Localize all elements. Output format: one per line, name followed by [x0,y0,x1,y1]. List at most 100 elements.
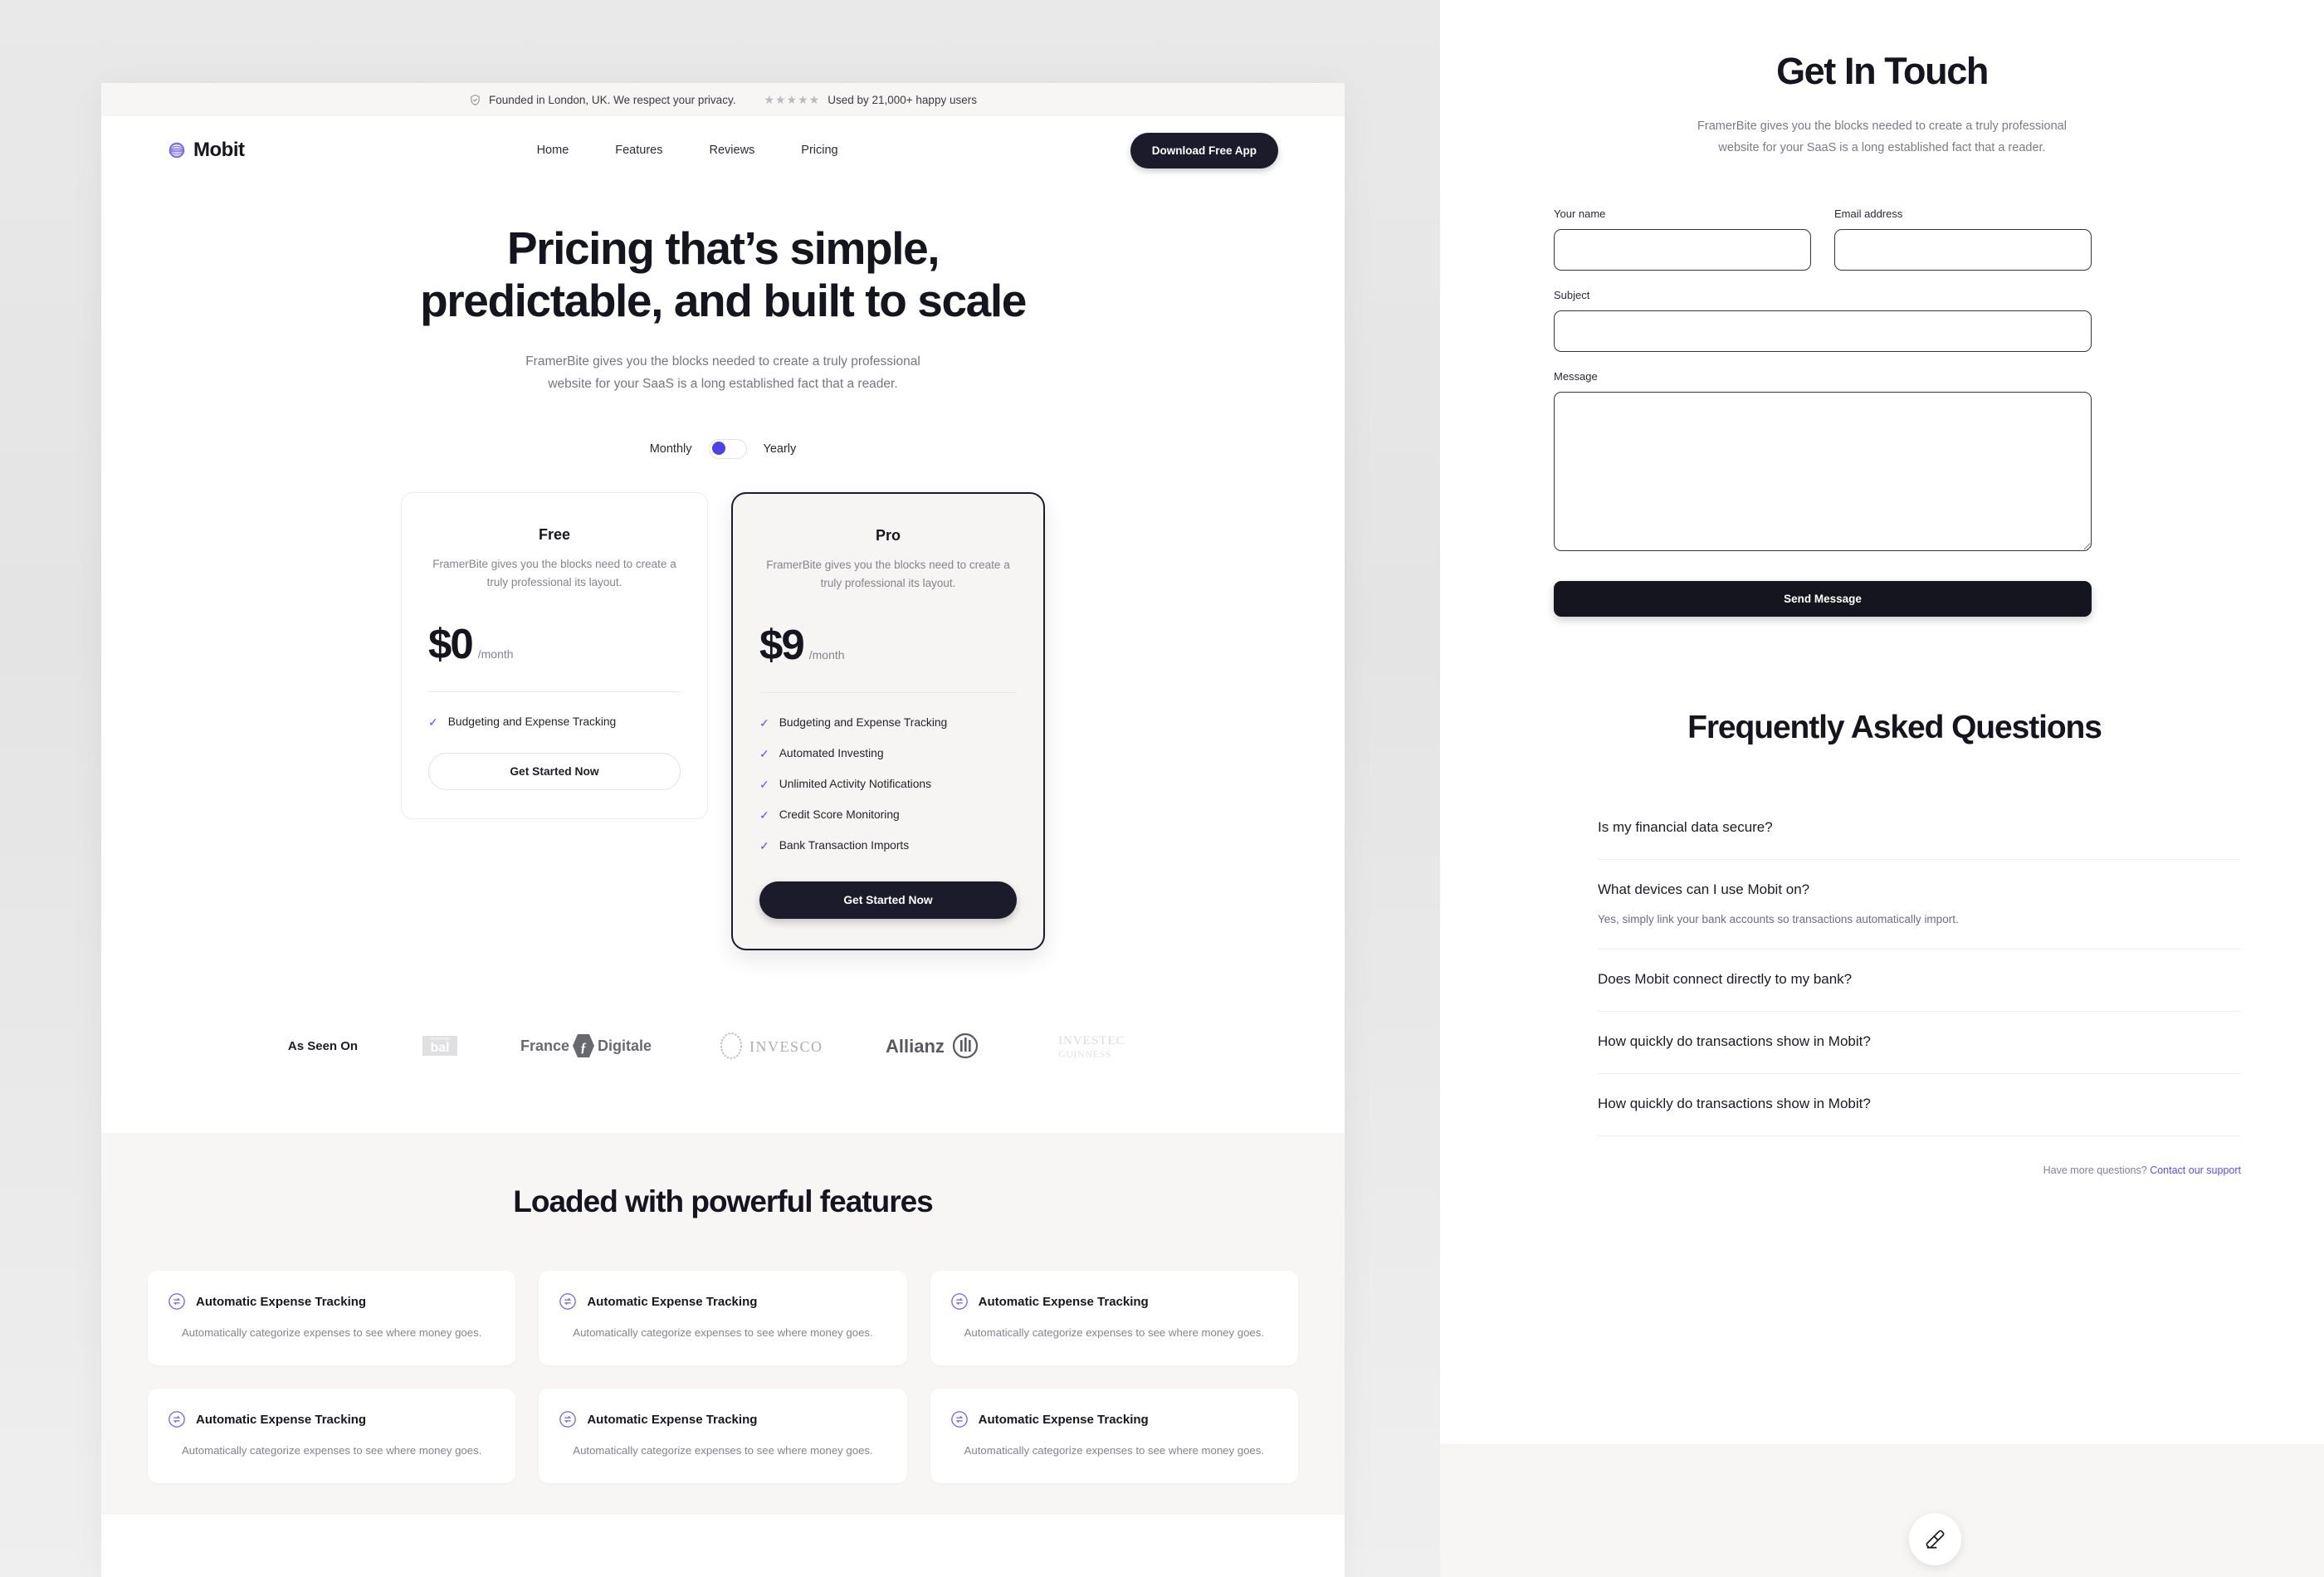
feature-card: Automatic Expense Tracking Automatically… [148,1271,516,1366]
send-message-button[interactable]: Send Message [1554,580,2092,617]
faq-list: Is my financial data secure? What device… [1598,798,2241,1136]
faq-item[interactable]: What devices can I use Mobit on? Yes, si… [1598,860,2241,950]
faq-question: Does Mobit connect directly to my bank? [1598,970,1853,987]
plan-price-period: /month [808,648,845,662]
nav-link-home[interactable]: Home [537,144,569,157]
eraser-fab-button[interactable] [1909,1513,1961,1565]
faq-question: What devices can I use Mobit on? [1598,881,1810,897]
plan-description: FramerBite gives you the blocks need to … [432,557,676,588]
faq-item[interactable]: Does Mobit connect directly to my bank? [1598,950,2241,1012]
subject-input[interactable] [1554,310,2092,352]
check-icon: ✓ [759,715,769,730]
feature-card: Automatic Expense Tracking Automatically… [930,1271,1298,1366]
email-label: Email address [1834,207,1903,220]
shield-check-icon [471,94,480,105]
feature-card-head: Automatic Expense Tracking [559,1410,886,1428]
feature-card-head: Automatic Expense Tracking [950,1410,1278,1428]
svg-text:Digitale: Digitale [598,1038,652,1054]
check-icon: ✓ [759,808,769,822]
faq-answer: Yes, simply link your bank accounts so t… [1598,912,1959,925]
features-heading: Loaded with powerful features [513,1184,934,1219]
faq-item[interactable]: Is my financial data secure? [1598,798,2241,860]
billing-switch-knob [711,442,725,456]
plan-price: $9 /month [759,620,1017,669]
logo-allianz: Allianz [886,1031,1010,1061]
allianz-logo-icon: Allianz [886,1033,979,1059]
plan-feature-item: ✓ Bank Transaction Imports [759,839,1017,852]
star-rating-icon: ★★★★★ [764,92,821,106]
contact-support-link[interactable]: Contact our support [2150,1164,2241,1176]
striped-sphere-logo-icon [168,142,185,159]
plan-description: FramerBite gives you the blocks need to … [766,558,1010,589]
faq-question: Is my financial data secure? [1598,818,1773,835]
feature-card-head: Automatic Expense Tracking [168,1410,496,1428]
announcement-bar: Founded in London, UK. We respect your p… [101,83,1345,116]
feature-card-body: Automatically categorize expenses to see… [181,1326,482,1340]
svg-text:INVESCO: INVESCO [749,1038,823,1055]
check-icon: ✓ [428,715,438,729]
feature-card: Automatic Expense Tracking Automatically… [930,1389,1298,1484]
svg-text:INVESTEC: INVESTEC [1058,1034,1125,1047]
as-seen-on-section: As Seen On bal INVESTOR France ƒ Digital… [101,1030,1345,1062]
nav-link-reviews[interactable]: Reviews [710,144,755,157]
nav-link-features[interactable]: Features [615,144,662,157]
sync-circle-icon [559,1411,577,1428]
svg-text:GUINNESS: GUINNESS [1058,1048,1111,1060]
plan-feature-item: ✓ Budgeting and Expense Tracking [428,715,681,728]
name-email-row: Your name Email address [1554,208,2324,271]
message-textarea[interactable] [1554,391,2092,551]
billing-period-toggle: Monthly Yearly [101,438,1345,459]
france-digitale-logo-icon: France ƒ Digitale [520,1034,652,1058]
faq-item[interactable]: How quickly do transactions show in Mobi… [1598,1074,2241,1136]
name-label: Your name [1554,207,1606,220]
get-started-free-button[interactable]: Get Started Now [428,753,681,791]
subject-label: Subject [1554,288,1590,301]
feature-card-title: Automatic Expense Tracking [978,1294,1149,1309]
sync-circle-icon [559,1293,577,1311]
brand-logo[interactable]: Mobit [168,139,245,162]
plan-card-pro: Pro FramerBite gives you the blocks need… [731,491,1045,951]
hero-section: Pricing that’s simple, predictable, and … [101,184,1345,1516]
contact-section: Get In Touch FramerBite gives you the bl… [1440,0,2324,1176]
toggle-label-monthly[interactable]: Monthly [650,442,692,456]
brand-name: Mobit [193,139,245,161]
investec-guinness-logo-icon: INVESTEC GUINNESS [1058,1034,1125,1060]
hero-subtitle: FramerBite gives you the blocks needed t… [457,351,989,395]
feature-card: Automatic Expense Tracking Automatically… [539,1271,907,1366]
plan-name: Free [538,525,571,543]
hero-title-line-1: Pricing that’s simple, [506,222,940,274]
plan-name: Pro [875,526,901,544]
plan-feature-item: ✓ Budgeting and Expense Tracking [759,716,1017,729]
sync-circle-icon [950,1411,968,1428]
page-title: Pricing that’s simple, predictable, and … [101,222,1345,326]
invesco-logo-icon: INVESCO [720,1033,823,1060]
site-navbar: Mobit Home Features Reviews Pricing Down… [101,116,1345,184]
feature-card-body: Automatically categorize expenses to see… [964,1326,1265,1340]
svg-text:INVESTOR: INVESTOR [431,1037,451,1041]
check-icon: ✓ [759,838,769,852]
plan-feature-item: ✓ Credit Score Monitoring [759,808,1017,821]
svg-text:Allianz: Allianz [886,1036,945,1057]
billing-switch[interactable] [708,438,747,459]
logo-global: bal INVESTOR [406,1032,472,1060]
get-started-pro-button[interactable]: Get Started Now [759,881,1017,920]
plan-card-free: Free FramerBite gives you the blocks nee… [401,491,708,820]
name-input[interactable] [1554,228,1811,271]
sync-circle-icon [168,1411,185,1428]
contact-faq-panel: Get In Touch FramerBite gives you the bl… [1440,0,2324,1444]
svg-text:ƒ: ƒ [580,1041,587,1055]
contact-subtitle: FramerBite gives you the blocks needed t… [1660,116,2104,159]
global-logo-icon: bal INVESTOR [422,1036,458,1057]
download-free-app-button[interactable]: Download Free App [1130,132,1278,168]
nav-link-pricing[interactable]: Pricing [801,144,837,157]
plan-feature-label: Credit Score Monitoring [779,808,900,822]
faq-footer: Have more questions? Contact our support [1598,1164,2241,1176]
toggle-label-yearly[interactable]: Yearly [764,442,797,456]
email-field-group: Email address [1834,208,2092,271]
plan-feature-list: ✓ Budgeting and Expense Tracking [428,715,681,728]
check-icon: ✓ [759,777,769,791]
email-input[interactable] [1834,228,2092,271]
faq-item[interactable]: How quickly do transactions show in Mobi… [1598,1012,2241,1074]
plan-price-amount: $0 [428,620,474,668]
subject-field-group: Subject [1554,289,2092,352]
